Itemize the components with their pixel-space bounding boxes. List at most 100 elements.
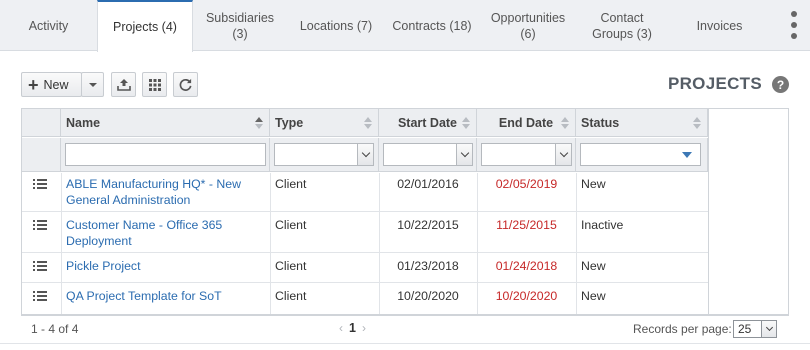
sort-icon[interactable] (693, 117, 701, 129)
pager: ‹ 1 › (339, 321, 366, 335)
prev-page-icon[interactable]: ‹ (339, 321, 343, 335)
sort-icon[interactable] (364, 117, 372, 129)
project-end-date: 10/20/2020 (495, 289, 558, 303)
project-name-link[interactable]: ABLE Manufacturing HQ* - New General Adm… (66, 176, 262, 208)
tab-label: Contact Groups (3) (592, 10, 652, 41)
column-header-name[interactable]: Name (61, 109, 270, 137)
tab-subsidiaries[interactable]: Subsidiaries (3) (193, 0, 287, 51)
project-status: New (581, 289, 606, 303)
project-name-link[interactable]: Customer Name - Office 365 Deployment (66, 217, 262, 249)
tab-opportunities[interactable]: Opportunities (6) (479, 0, 577, 51)
project-start-date: 01/23/2018 (397, 259, 459, 273)
column-header-end-date[interactable]: End Date (477, 109, 576, 137)
filter-spacer (22, 138, 61, 172)
filter-cell-start-date (379, 138, 477, 172)
column-header-status[interactable]: Status (576, 109, 708, 137)
tab-bar: Activity Projects (4) Subsidiaries (3) L… (0, 0, 810, 52)
tab-label: Locations (7) (299, 18, 373, 33)
project-type: Client (275, 259, 307, 273)
record-count: 1 - 4 of 4 (31, 322, 79, 336)
project-name-link[interactable]: QA Project Template for SoT (66, 288, 262, 304)
row-menu-icon[interactable] (33, 179, 47, 190)
project-end-date: 01/24/2018 (495, 259, 558, 273)
tab-label: Contracts (18) (392, 18, 472, 33)
row-menu-icon[interactable] (33, 261, 47, 272)
tab-activity[interactable]: Activity (0, 0, 97, 51)
column-header-label: Status (581, 116, 620, 130)
plus-icon: + (28, 74, 39, 95)
start-date-filter-select[interactable] (383, 143, 473, 166)
refresh-icon (179, 78, 192, 91)
project-status: Inactive (581, 218, 624, 232)
more-tabs-icon[interactable] (790, 11, 798, 39)
column-header-label: End Date (498, 116, 554, 130)
next-page-icon[interactable]: › (362, 321, 366, 335)
sort-icon[interactable] (561, 117, 569, 129)
project-status: New (581, 177, 606, 191)
filter-cell-end-date (477, 138, 576, 172)
help-icon[interactable]: ? (772, 76, 789, 93)
tab-label: Opportunities (6) (490, 10, 566, 41)
tab-invoices[interactable]: Invoices (667, 0, 772, 51)
project-start-date: 10/20/2020 (397, 289, 459, 303)
tab-label: Projects (4) (113, 20, 177, 34)
project-status: New (581, 259, 606, 273)
name-filter-input[interactable] (65, 143, 266, 166)
export-icon (116, 78, 131, 91)
row-menu-header (22, 109, 61, 137)
tab-contracts[interactable]: Contracts (18) (385, 0, 479, 51)
project-type: Client (275, 289, 307, 303)
grid-footer: 1 - 4 of 4 ‹ 1 › Records per page: 25 (21, 315, 789, 340)
chevron-down-icon[interactable] (357, 144, 373, 165)
records-per-page-value: 25 (738, 322, 752, 336)
filter-cell-type (270, 138, 379, 172)
project-start-date: 02/01/2016 (397, 177, 459, 191)
project-start-date: 10/22/2015 (397, 218, 459, 232)
columns-button[interactable] (142, 72, 167, 97)
caret-down-icon (88, 82, 97, 87)
new-button[interactable]: + New (21, 72, 82, 97)
column-header-type[interactable]: Type (270, 109, 379, 137)
export-button[interactable] (111, 72, 136, 97)
column-header-label: Start Date (397, 116, 458, 130)
column-header-start-date[interactable]: Start Date (379, 109, 477, 137)
tab-label: Invoices (696, 18, 743, 33)
new-dropdown-button[interactable] (81, 72, 104, 97)
chevron-down-icon[interactable] (555, 144, 571, 165)
chevron-down-icon[interactable] (761, 321, 776, 337)
tab-label: Activity (28, 18, 69, 33)
status-filter-select[interactable] (580, 143, 701, 166)
tab-label: Subsidiaries (3) (205, 10, 275, 41)
current-page[interactable]: 1 (349, 321, 356, 335)
column-header-label: Name (66, 116, 101, 130)
project-end-date: 11/25/2015 (496, 218, 557, 232)
project-type: Client (275, 177, 307, 191)
records-per-page-select[interactable]: 25 (733, 320, 777, 338)
end-date-filter-select[interactable] (481, 143, 572, 166)
filter-row (22, 138, 708, 172)
project-name-link[interactable]: Pickle Project (66, 258, 262, 274)
divider (0, 343, 810, 344)
chevron-down-icon[interactable] (456, 144, 472, 165)
column-header-label: Type (275, 116, 304, 130)
sort-icon[interactable] (255, 117, 263, 129)
grid-header: Name Type Start Date End Date Status (22, 109, 708, 137)
tab-locations[interactable]: Locations (7) (287, 0, 385, 51)
tab-contact-groups[interactable]: Contact Groups (3) (577, 0, 667, 51)
caret-down-icon[interactable] (682, 152, 692, 158)
type-filter-select[interactable] (274, 143, 374, 166)
project-type: Client (275, 218, 307, 232)
page-title: PROJECTS (667, 74, 762, 93)
row-menu-icon[interactable] (33, 291, 47, 302)
new-button-label: New (43, 77, 69, 92)
sort-icon[interactable] (462, 117, 470, 129)
grid-icon (148, 78, 161, 91)
row-menu-icon[interactable] (33, 220, 47, 231)
records-per-page-label: Records per page: (633, 322, 732, 336)
filter-cell-status (576, 138, 708, 172)
projects-grid: Name Type Start Date End Date Status ABL… (21, 108, 789, 315)
refresh-button[interactable] (173, 72, 198, 97)
tab-projects[interactable]: Projects (4) (97, 0, 193, 52)
project-end-date: 02/05/2019 (495, 177, 558, 191)
filter-cell-name (61, 138, 270, 172)
